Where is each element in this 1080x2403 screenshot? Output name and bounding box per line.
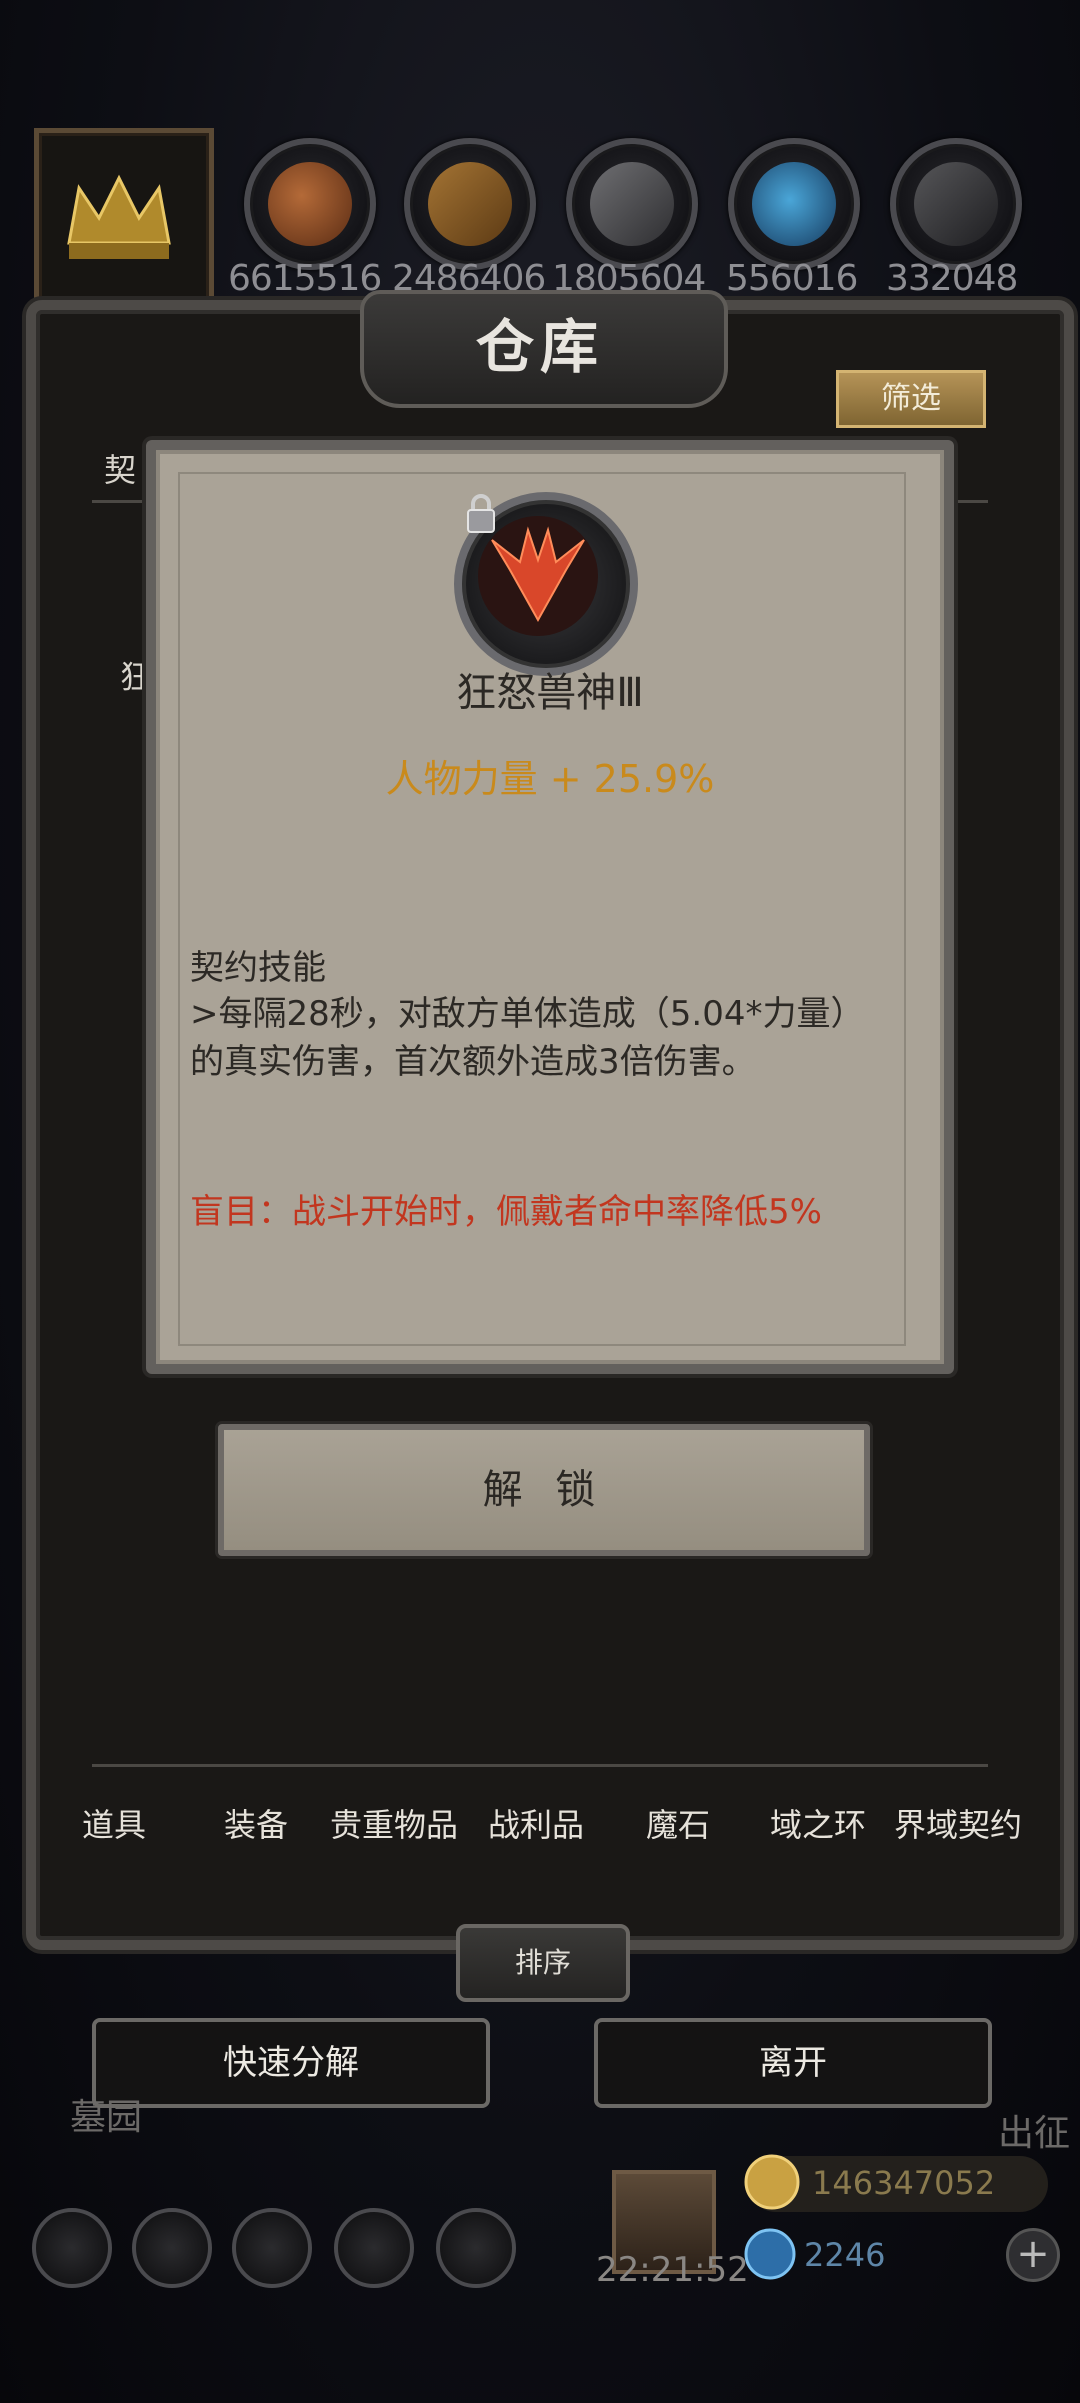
skill-name: 狂怒兽神Ⅲ	[456, 670, 644, 716]
stat-bonus: 人物力量 + 25.9%	[385, 757, 715, 801]
sort-button[interactable]: 排序	[456, 1924, 630, 2002]
lock-icon	[467, 494, 495, 533]
iron-count: 332048	[886, 258, 1018, 299]
divider	[92, 1764, 988, 1767]
wood-icon	[428, 162, 512, 246]
iron-icon	[914, 162, 998, 246]
debuff-text: 盲目：战斗开始时，佩戴者命中率降低5%	[190, 1192, 822, 1232]
resource-iron[interactable]	[890, 138, 1022, 270]
tab-valuables[interactable]: 贵重物品	[330, 1800, 458, 1846]
guild-crest[interactable]	[34, 128, 214, 308]
unlock-button[interactable]: 解 锁	[218, 1424, 870, 1556]
skill-desc-body: >每隔28秒，对敌方单体造成（5.04*力量）的真实伤害，首次额外造成3倍伤害。	[190, 994, 865, 1082]
star-icon[interactable]	[132, 2208, 212, 2288]
resource-meat[interactable]	[244, 138, 376, 270]
gem-icon	[744, 2228, 796, 2280]
crown-icon	[67, 174, 171, 259]
filter-button[interactable]: 筛选	[836, 370, 986, 428]
shield-icon[interactable]	[436, 2208, 516, 2288]
expedition-label[interactable]: 出征	[998, 2104, 1070, 2156]
resource-wood[interactable]	[404, 138, 536, 270]
meat-icon	[268, 162, 352, 246]
resource-stone[interactable]	[566, 138, 698, 270]
subtab-label[interactable]: 契	[104, 445, 136, 491]
gold-coin-icon	[744, 2154, 800, 2210]
resource-crystal[interactable]	[728, 138, 860, 270]
category-tabs: 道具 装备 贵重物品 战利品 魔石 域之环 界域契约	[56, 1800, 1036, 1880]
tab-realm-contracts[interactable]: 界域契约	[894, 1800, 1022, 1846]
leave-button[interactable]: 离开	[594, 2018, 992, 2108]
tab-equipment[interactable]: 装备	[224, 1800, 288, 1846]
tab-loot[interactable]: 战利品	[488, 1800, 584, 1846]
tab-items[interactable]: 道具	[82, 1800, 146, 1846]
tab-domain-rings[interactable]: 域之环	[770, 1800, 866, 1846]
quick-dismantle-button[interactable]: 快速分解	[92, 2018, 490, 2108]
meat-count: 6615516	[228, 258, 382, 299]
crystal-icon	[752, 162, 836, 246]
countdown-timer: 22:21:52	[596, 2250, 749, 2290]
settings-icon[interactable]	[32, 2208, 112, 2288]
gold-amount: 146347052	[812, 2164, 996, 2202]
crystal-count: 556016	[726, 258, 858, 299]
mail-icon[interactable]	[334, 2208, 414, 2288]
skill-desc-heading: 契约技能	[190, 948, 326, 988]
tab-magic-stones[interactable]: 魔石	[646, 1800, 710, 1846]
add-currency-button[interactable]: +	[1006, 2228, 1060, 2282]
stone-icon	[590, 162, 674, 246]
map-icon[interactable]	[232, 2208, 312, 2288]
gem-amount: 2246	[804, 2236, 886, 2274]
graveyard-label[interactable]: 墓园	[70, 2088, 142, 2140]
